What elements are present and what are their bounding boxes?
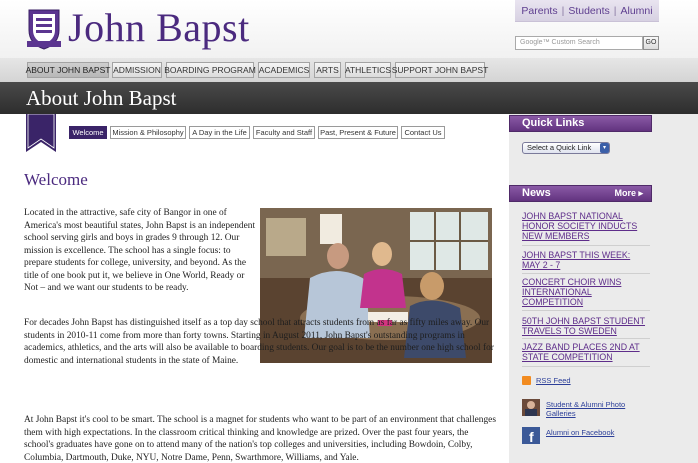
search-input[interactable]: Google™ Custom Search (515, 36, 643, 50)
tab-contact-us[interactable]: Contact Us (401, 126, 445, 139)
quick-link-select[interactable]: Select a Quick Link (522, 142, 610, 154)
nav-athletics[interactable]: ATHLETICS (345, 62, 391, 78)
main-nav: ABOUT JOHN BAPST ADMISSION BOARDING PROG… (0, 58, 698, 82)
separator: | (561, 4, 565, 17)
facebook-icon[interactable]: f (522, 427, 540, 444)
news-more-link[interactable]: More ▸ (614, 188, 643, 199)
rss-feed-link[interactable]: RSS Feed (536, 376, 571, 385)
utility-link-alumni[interactable]: Alumni (621, 5, 653, 17)
tab-welcome[interactable]: Welcome (69, 126, 107, 139)
news-item[interactable]: JAZZ BAND PLACES 2ND AT STATE COMPETITIO… (522, 342, 650, 362)
tab-past-present-future[interactable]: Past, Present & Future (318, 126, 398, 139)
divider (522, 273, 650, 274)
tab-faculty-staff[interactable]: Faculty and Staff (253, 126, 315, 139)
site-title[interactable]: John Bapst (68, 6, 250, 50)
photo-gallery-icon[interactable] (522, 399, 540, 416)
nav-academics[interactable]: ACADEMICS (258, 62, 310, 78)
photo-galleries-link[interactable]: Student & Alumni Photo Galleries (546, 400, 646, 418)
utility-link-students[interactable]: Students (568, 5, 609, 17)
news-item[interactable]: JOHN BAPST NATIONAL HONOR SOCIETY INDUCT… (522, 211, 650, 241)
content-paragraph: For decades John Bapst has distinguished… (24, 318, 494, 366)
utility-link-parents[interactable]: Parents (521, 5, 557, 17)
divider (522, 245, 650, 246)
tab-mission-philosophy[interactable]: Mission & Philosophy (110, 126, 186, 139)
page-title: About John Bapst (26, 86, 177, 110)
search-go-button[interactable]: GO (643, 36, 659, 50)
nav-about-john-bapst[interactable]: ABOUT JOHN BAPST (26, 62, 110, 78)
divider (522, 310, 650, 311)
page-title-bar: About John Bapst (0, 82, 698, 114)
nav-admission[interactable]: ADMISSION (112, 62, 162, 78)
nav-support-john-bapst[interactable]: SUPPORT JOHN BAPST (392, 62, 488, 78)
news-header: News More ▸ (509, 185, 652, 202)
news-title: News (522, 187, 551, 199)
news-item[interactable]: JOHN BAPST THIS WEEK: MAY 2 - 7 (522, 250, 650, 270)
news-item[interactable]: CONCERT CHOIR WINS INTERNATIONAL COMPETI… (522, 277, 650, 307)
utility-nav: Parents | Students | Alumni (515, 0, 659, 22)
quick-links-title: Quick Links (522, 117, 585, 129)
bookmark-ribbon-icon (26, 114, 56, 152)
rss-icon[interactable] (522, 376, 531, 385)
content-paragraph: Located in the attractive, safe city of … (24, 208, 256, 293)
select-arrow-icon[interactable]: ▾ (600, 143, 609, 153)
nav-arts[interactable]: ARTS (314, 62, 341, 78)
school-crest-logo[interactable] (26, 6, 62, 50)
site-header: John Bapst Parents | Students | Alumni G… (0, 0, 698, 58)
facebook-link[interactable]: Alumni on Facebook (546, 428, 626, 437)
content-paragraph: At John Bapst it's cool to be smart. The… (24, 415, 496, 463)
news-item[interactable]: 50TH JOHN BAPST STUDENT TRAVELS TO SWEDE… (522, 316, 650, 336)
content-heading: Welcome (24, 170, 88, 189)
separator: | (613, 4, 617, 17)
divider (522, 338, 650, 339)
svg-text:f: f (529, 429, 534, 444)
nav-boarding-program[interactable]: BOARDING PROGRAM (164, 62, 256, 78)
quick-links-header: Quick Links (509, 115, 652, 132)
divider (522, 366, 650, 367)
tab-day-in-the-life[interactable]: A Day in the Life (189, 126, 250, 139)
